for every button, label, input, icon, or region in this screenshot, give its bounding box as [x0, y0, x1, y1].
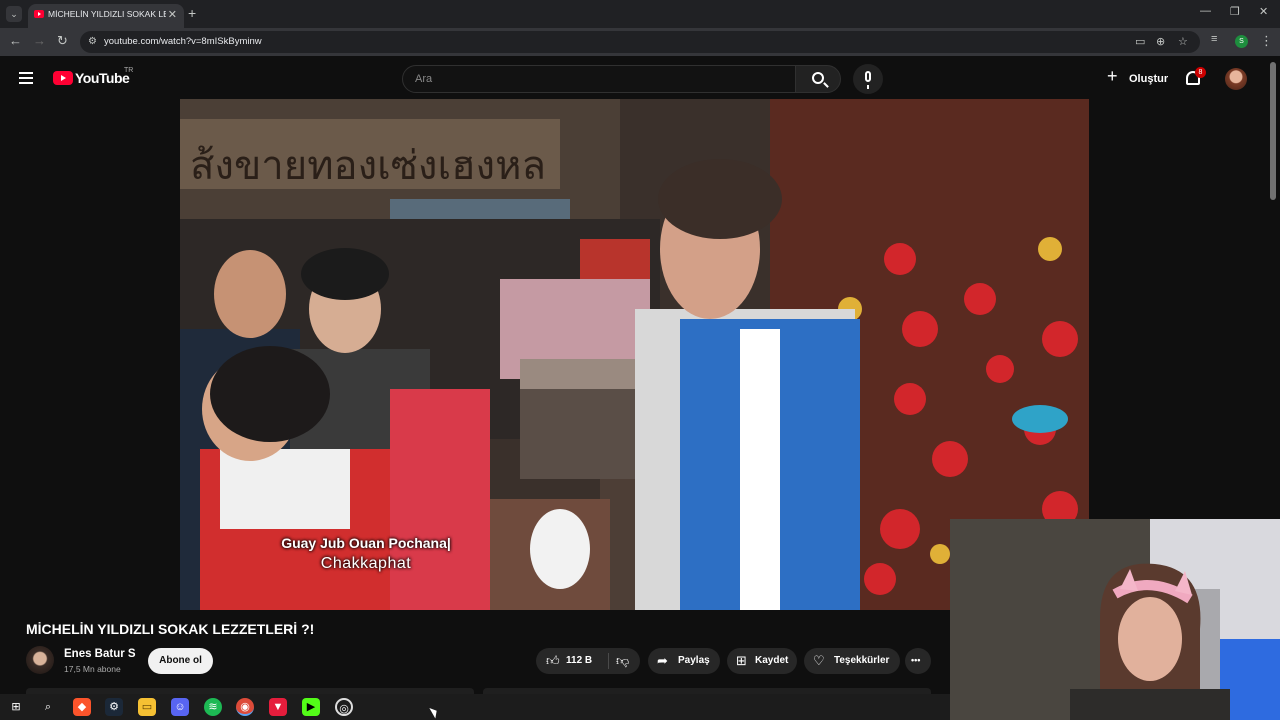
search-button[interactable] — [795, 65, 841, 93]
voice-search-button[interactable] — [853, 64, 883, 94]
youtube-logo-icon[interactable] — [53, 71, 73, 85]
search-input[interactable]: Ara — [402, 65, 796, 93]
streamer-webcam-image — [950, 519, 1280, 720]
like-divider — [608, 653, 609, 669]
caption-line-2: Chakkaphat — [320, 555, 412, 572]
bookmark-star-icon[interactable]: ☆ — [1178, 35, 1188, 48]
video-caption: Guay Jub Ouan Pochana| Chakkaphat — [262, 535, 470, 573]
reload-button[interactable]: ↻ — [57, 33, 68, 49]
site-info-icon[interactable]: ⚙ — [88, 36, 97, 47]
thanks-icon: ♡ — [813, 653, 825, 668]
file-explorer-icon[interactable]: ▭ — [138, 698, 156, 716]
steam-icon[interactable]: ⚙ — [105, 698, 123, 716]
save-label: Kaydet — [755, 655, 789, 666]
tab-search-button[interactable]: ⌄ — [6, 6, 22, 22]
discord-icon[interactable]: ☺ — [171, 698, 189, 716]
search-placeholder: Ara — [415, 73, 433, 85]
create-label: Oluştur — [1129, 73, 1169, 85]
windows-start-icon[interactable]: ⊞ — [7, 698, 25, 716]
thanks-label: Teşekkürler — [834, 655, 890, 666]
back-button[interactable]: ← — [9, 33, 22, 48]
close-tab-icon[interactable]: ✕ — [168, 8, 177, 21]
plus-icon: + — [1107, 66, 1118, 86]
spotify-icon[interactable]: ≋ — [204, 698, 222, 716]
url-text: youtube.com/watch?v=8mISkByminw — [104, 36, 262, 47]
share-button[interactable]: ➦ Paylaş — [648, 648, 720, 674]
search-icon — [812, 72, 824, 84]
taskbar-search-icon[interactable]: ⌕ — [39, 698, 57, 716]
like-icon[interactable]: 👍︎ — [546, 653, 560, 669]
app-red-icon[interactable]: ▼ — [269, 698, 287, 716]
more-icon: ••• — [911, 655, 921, 665]
account-avatar[interactable] — [1225, 68, 1247, 90]
browser-tab-active[interactable]: MİCHELİN YILDIZLI SOKAK LEZZETLERİ ?! ✕ — [28, 4, 184, 28]
youtube-header: YouTube TR Ara + Oluştur 8 — [0, 56, 1280, 100]
forward-button[interactable]: → — [33, 33, 46, 48]
browser-toolbar: ← → ↻ ⚙ youtube.com/watch?v=8mISkByminw … — [0, 28, 1280, 56]
country-code: TR — [124, 67, 134, 74]
dislike-icon[interactable]: 👎︎ — [616, 653, 629, 669]
subscribe-button[interactable]: Abone ol — [148, 648, 213, 674]
chrome-icon[interactable]: ◉ — [236, 698, 254, 716]
youtube-favicon-icon — [34, 10, 44, 18]
media-controls-icon[interactable]: ≡ — [1211, 33, 1217, 45]
browser-menu-icon[interactable]: ⋮ — [1260, 33, 1273, 49]
cast-icon[interactable]: ▭ — [1135, 35, 1145, 48]
minimize-button[interactable]: — — [1200, 5, 1211, 17]
save-button[interactable]: ⊞ Kaydet — [727, 648, 797, 674]
address-bar[interactable]: ⚙ youtube.com/watch?v=8mISkByminw ▭ ⊕ ☆ — [80, 31, 1200, 53]
like-count[interactable]: 112 B — [566, 655, 592, 666]
youtube-wordmark[interactable]: YouTube — [75, 70, 130, 86]
tab-title: MİCHELİN YILDIZLI SOKAK LEZZETLERİ ?! — [48, 9, 166, 19]
channel-name[interactable]: Enes Batur S — [64, 648, 136, 660]
share-label: Paylaş — [678, 655, 710, 666]
close-window-button[interactable]: ✕ — [1259, 5, 1268, 18]
subscriber-count: 17,5 Mn abone — [64, 664, 121, 674]
zoom-icon[interactable]: ⊕ — [1156, 35, 1165, 48]
thanks-button[interactable]: ♡ Teşekkürler — [804, 648, 900, 674]
menu-icon[interactable] — [19, 72, 33, 84]
channel-avatar[interactable] — [26, 646, 54, 674]
obs-icon[interactable]: ◎ — [335, 698, 353, 716]
browser-profile-avatar[interactable]: S — [1235, 35, 1248, 48]
notification-count-badge: 8 — [1195, 67, 1206, 78]
svg-text:ส้งขายทองเซ่งเฮงหล: ส้งขายทองเซ่งเฮงหล — [190, 143, 546, 189]
more-actions-button[interactable]: ••• — [905, 648, 931, 674]
video-title: MİCHELİN YILDIZLI SOKAK LEZZETLERİ ?! — [26, 621, 315, 637]
kick-icon[interactable]: ▶ — [302, 698, 320, 716]
browser-tab-strip: ⌄ MİCHELİN YILDIZLI SOKAK LEZZETLERİ ?! … — [0, 0, 1280, 28]
webcam-overlay — [950, 519, 1280, 720]
brave-browser-icon[interactable]: ◆ — [73, 698, 91, 716]
share-icon: ➦ — [657, 653, 668, 668]
microphone-icon — [865, 71, 871, 89]
page-scrollbar[interactable] — [1270, 62, 1276, 200]
caption-line-1: Guay Jub Ouan Pochana| — [281, 535, 451, 551]
like-dislike-group: 👍︎ 112 B 👎︎ — [536, 648, 640, 674]
restore-button[interactable]: ❐ — [1230, 5, 1240, 18]
windows-taskbar: ⊞ ⌕ ◆ ⚙ ▭ ☺ ≋ ◉ ▼ ▶ ◎ — [0, 694, 950, 720]
save-icon: ⊞ — [736, 653, 747, 668]
new-tab-button[interactable]: + — [188, 5, 196, 21]
